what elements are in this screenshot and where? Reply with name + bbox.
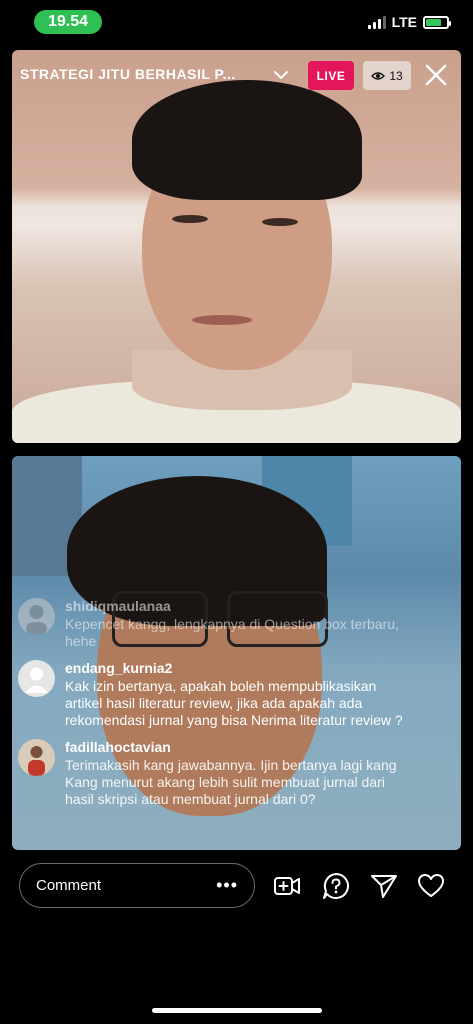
avatar — [18, 739, 55, 776]
comment-text: Kak izin bertanya, apakah boleh mempubli… — [65, 678, 403, 728]
home-indicator[interactable] — [152, 1008, 322, 1013]
eye-icon — [371, 71, 386, 80]
host-eye-left — [172, 215, 208, 223]
signal-icon — [367, 15, 386, 29]
user-avatar-icon — [26, 605, 47, 635]
close-icon[interactable] — [424, 63, 448, 87]
comment-text: Terimakasih kang jawabannya. Ijin bertan… — [65, 757, 397, 807]
comment-list: shidiqmaulanaa Kepencet kangg, lengkapny… — [18, 598, 408, 818]
live-badge: LIVE — [308, 61, 354, 90]
status-time: 19.54 — [34, 10, 102, 34]
host-hair — [132, 80, 362, 200]
comment-username[interactable]: endang_kurnia2 — [65, 660, 408, 676]
heart-icon[interactable] — [417, 872, 445, 900]
viewer-count: 13 — [389, 68, 403, 83]
avatar — [18, 660, 55, 697]
host-eye-right — [262, 218, 298, 226]
share-icon[interactable] — [370, 872, 398, 900]
comment-item[interactable]: fadillahoctavian Terimakasih kang jawaba… — [18, 739, 408, 808]
default-avatar-icon — [25, 667, 48, 693]
avatar — [18, 598, 55, 635]
add-video-guest-icon[interactable] — [273, 872, 301, 900]
comment-username[interactable]: fadillahoctavian — [65, 739, 408, 755]
user-photo-icon — [28, 746, 45, 776]
status-indicators: LTE — [367, 14, 451, 30]
comment-item[interactable]: shidiqmaulanaa Kepencet kangg, lengkapny… — [18, 598, 408, 650]
comment-item[interactable]: endang_kurnia2 Kak izin bertanya, apakah… — [18, 660, 408, 729]
viewer-count-badge[interactable]: 13 — [363, 61, 411, 90]
stream-title[interactable]: STRATEGI JITU BERHASIL P... — [20, 66, 265, 82]
chevron-down-icon[interactable] — [272, 66, 290, 84]
comment-input[interactable]: Comment ••• — [19, 863, 255, 908]
comment-placeholder: Comment — [36, 877, 102, 894]
host-video — [12, 50, 461, 443]
battery-icon — [423, 15, 451, 29]
more-options-icon[interactable]: ••• — [216, 875, 238, 896]
host-mouth — [192, 315, 252, 325]
comment-username[interactable]: shidiqmaulanaa — [65, 598, 408, 614]
question-icon[interactable] — [322, 872, 350, 900]
comment-text: Kepencet kangg, lengkapnya di Question b… — [65, 616, 399, 649]
network-label: LTE — [391, 14, 417, 30]
